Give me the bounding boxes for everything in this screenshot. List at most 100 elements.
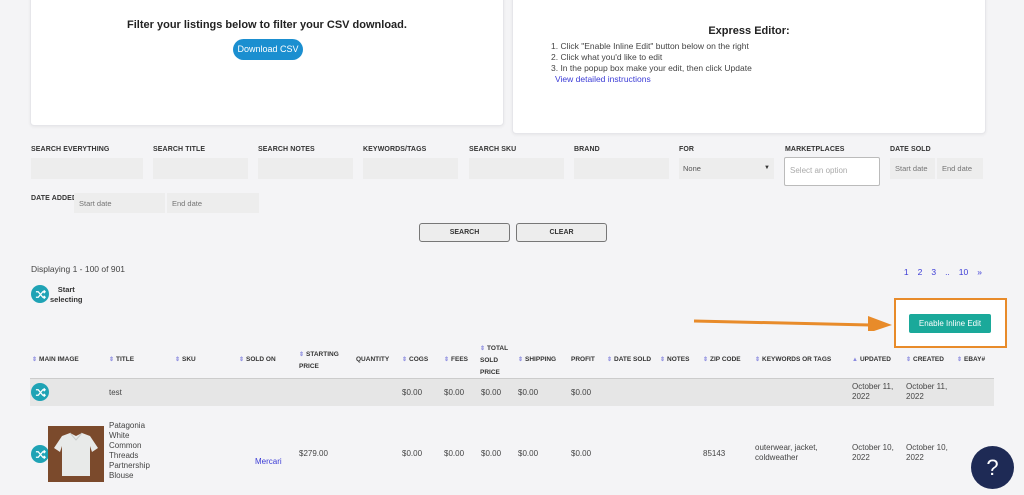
search-button[interactable]: SEARCH	[419, 223, 510, 242]
col-keywords[interactable]: ⇕ KEYWORDS OR TAGS	[755, 354, 831, 366]
marketplaces-select[interactable]: Select an option	[784, 157, 880, 186]
col-sold-on[interactable]: ⇕ SOLD ON	[239, 354, 276, 366]
search-notes-input[interactable]	[258, 158, 353, 179]
col-updated[interactable]: ▲ UPDATED	[852, 354, 891, 366]
search-sku-input[interactable]	[469, 158, 564, 179]
col-zip-code[interactable]: ⇕ ZIP CODE	[703, 354, 741, 366]
col-starting-price[interactable]: ⇕ STARTING PRICE	[299, 349, 339, 373]
cell-updated: October 11, 2022	[852, 382, 893, 402]
sort-icon: ⇕	[299, 352, 305, 358]
sort-icon: ⇕	[660, 357, 666, 363]
cell-line: October 11,	[906, 382, 948, 391]
col-total-sold-price[interactable]: ⇕ TOTAL SOLD PRICE	[480, 343, 508, 379]
brand-input[interactable]	[574, 158, 669, 179]
search-everything-input[interactable]	[31, 158, 143, 179]
cell-line: 2022	[906, 392, 924, 401]
cell-fees[interactable]: $0.00	[444, 449, 464, 459]
table-row[interactable]	[30, 379, 994, 406]
shuffle-icon[interactable]	[31, 285, 49, 303]
col-created[interactable]: ⇕ CREATED	[906, 354, 944, 366]
col-label: NOTES	[667, 356, 690, 363]
cell-shipping[interactable]: $0.00	[518, 449, 538, 459]
cell-fees[interactable]: $0.00	[444, 388, 464, 398]
keywords-label: KEYWORDS/TAGS	[363, 146, 427, 153]
start-selecting-label[interactable]: Start selecting	[50, 285, 83, 305]
sort-icon: ⇕	[402, 357, 408, 363]
col-label: KEYWORDS OR TAGS	[762, 356, 832, 363]
chevron-down-icon: ▼	[764, 165, 770, 171]
cell-line: 2022	[852, 453, 870, 462]
sort-icon: ⇕	[444, 357, 450, 363]
enable-inline-edit-button[interactable]: Enable Inline Edit	[909, 314, 991, 333]
cell-total-sold-price[interactable]: $0.00	[481, 449, 501, 459]
col-label: FEES	[451, 356, 469, 363]
download-csv-button[interactable]: Download CSV	[233, 39, 303, 60]
page-link[interactable]: 1	[904, 267, 909, 277]
next-page-link[interactable]: »	[977, 267, 982, 277]
cell-profit: $0.00	[571, 388, 592, 397]
col-label: TOTAL	[487, 345, 509, 352]
help-button[interactable]: ?	[971, 446, 1014, 489]
date-sold-start-input[interactable]	[890, 158, 935, 179]
cell-line: 2022	[906, 453, 924, 462]
shuffle-icon[interactable]	[31, 383, 49, 401]
search-title-input[interactable]	[153, 158, 248, 179]
col-date-sold[interactable]: ⇕ DATE SOLD	[607, 354, 651, 366]
cell-total-sold-price[interactable]: $0.00	[481, 388, 501, 398]
col-profit[interactable]: PROFIT	[571, 354, 595, 366]
col-sku[interactable]: ⇕ SKU	[175, 354, 196, 366]
col-cogs[interactable]: ⇕ COGS	[402, 354, 428, 366]
cell-keywords[interactable]: outerwear, jacket, coldweather	[755, 443, 818, 463]
col-label: COGS	[409, 356, 429, 363]
sort-icon: ⇕	[480, 346, 486, 352]
shuffle-icon[interactable]	[31, 445, 49, 463]
cell-cogs[interactable]: $0.00	[402, 449, 422, 459]
cell-sold-on-link[interactable]: Mercari	[255, 457, 282, 467]
clear-button[interactable]: CLEAR	[516, 223, 607, 242]
col-ebay[interactable]: ⇕ EBAY#	[957, 354, 985, 366]
page-ellipsis: ..	[945, 267, 950, 277]
for-select[interactable]: None ▼	[679, 158, 774, 179]
col-label: SHIPPING	[525, 356, 557, 363]
date-sold-end-input[interactable]	[937, 158, 983, 179]
col-label: PRICE	[299, 363, 319, 370]
col-fees[interactable]: ⇕ FEES	[444, 354, 468, 366]
date-added-start-input[interactable]	[74, 193, 165, 213]
date-added-end-input[interactable]	[167, 193, 259, 213]
col-quantity[interactable]: QUANTITY	[356, 354, 389, 366]
col-shipping[interactable]: ⇕ SHIPPING	[518, 354, 556, 366]
page-link[interactable]: 10	[959, 267, 968, 277]
col-label: SOLD ON	[246, 356, 276, 363]
marketplaces-label: MARKETPLACES	[785, 146, 845, 153]
cell-line: 2022	[852, 392, 870, 401]
cell-line: October 10,	[906, 443, 948, 452]
cell-cogs[interactable]: $0.00	[402, 388, 422, 398]
col-title[interactable]: ⇕ TITLE	[109, 354, 134, 366]
col-notes[interactable]: ⇕ NOTES	[660, 354, 689, 366]
search-title-label: SEARCH TITLE	[153, 146, 206, 153]
col-label: CREATED	[913, 356, 944, 363]
sort-icon: ⇕	[703, 357, 709, 363]
cell-zip-code[interactable]: 85143	[703, 449, 725, 459]
product-thumbnail[interactable]	[48, 426, 104, 482]
keywords-input[interactable]	[363, 158, 458, 179]
start-selecting-line: selecting	[50, 295, 83, 304]
cell-title[interactable]: Patagonia White Common Threads Partnersh…	[109, 421, 150, 481]
cell-line: October 11,	[852, 382, 894, 391]
col-label: TITLE	[116, 356, 135, 363]
date-added-label: DATE ADDED	[31, 195, 78, 202]
cell-line: Threads	[109, 451, 139, 460]
cell-shipping[interactable]: $0.00	[518, 388, 538, 398]
sort-icon: ⇕	[239, 357, 245, 363]
date-sold-label: DATE SOLD	[890, 146, 931, 153]
start-selecting-line: Start	[57, 285, 75, 294]
cell-updated: October 10, 2022	[852, 443, 894, 463]
page-link[interactable]: 2	[918, 267, 923, 277]
col-label: MAIN IMAGE	[39, 356, 79, 363]
col-main-image[interactable]: ⇕ MAIN IMAGE	[32, 354, 79, 366]
view-instructions-link[interactable]: View detailed instructions	[555, 74, 651, 84]
express-step: 2. Click what you'd like to edit	[551, 52, 663, 62]
cell-starting-price[interactable]: $279.00	[299, 449, 328, 459]
cell-title[interactable]: test	[109, 388, 122, 398]
page-link[interactable]: 3	[931, 267, 936, 277]
